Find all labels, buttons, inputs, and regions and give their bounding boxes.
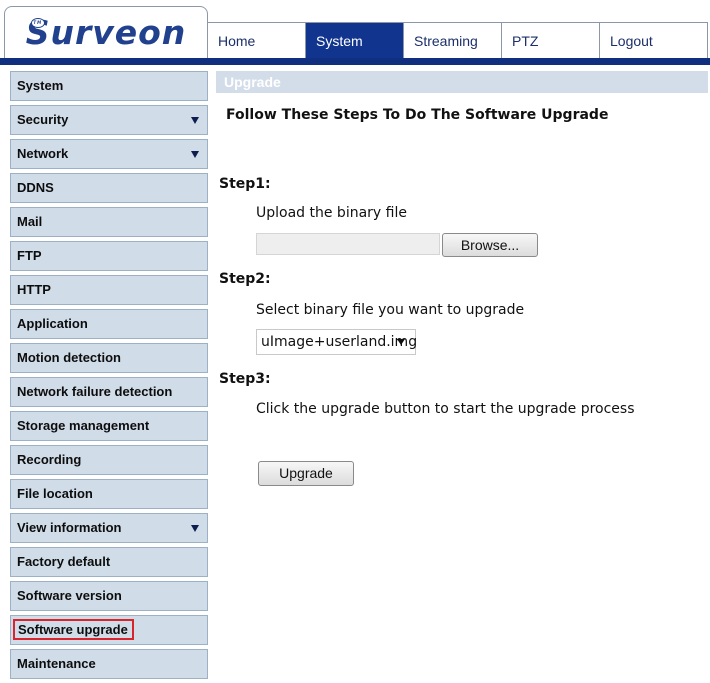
sidebar-item-storage-management[interactable]: Storage management	[10, 411, 208, 441]
sidebar-item-label: Network	[17, 146, 69, 161]
sidebar-item-network-failure-detection[interactable]: Network failure detection	[10, 377, 208, 407]
logo: TM Surveon	[4, 6, 208, 58]
sidebar-item-label: FTP	[17, 248, 42, 263]
caret-down-icon	[191, 151, 199, 158]
sidebar-item-software-version[interactable]: Software version	[10, 581, 208, 611]
logo-wordmark: TM Surveon	[26, 13, 187, 52]
header-divider	[0, 58, 710, 65]
dropdown-arrow-icon	[397, 339, 405, 345]
sidebar-item-ftp[interactable]: FTP	[10, 241, 208, 271]
top-nav: Home System Streaming PTZ Logout	[208, 22, 708, 59]
binary-file-select[interactable]: uImage+userland.img	[256, 329, 418, 355]
tab-system[interactable]: System	[306, 23, 404, 59]
step3-label: Step3:	[219, 371, 271, 387]
tab-logout[interactable]: Logout	[600, 23, 708, 59]
binary-file-select-value: uImage+userland.img	[261, 334, 418, 350]
caret-down-icon	[191, 525, 199, 532]
page-heading: Follow These Steps To Do The Software Up…	[226, 107, 609, 123]
sidebar-item-label: HTTP	[17, 282, 51, 297]
sidebar-item-factory-default[interactable]: Factory default	[10, 547, 208, 577]
section-title: Upgrade	[216, 71, 708, 93]
tab-home[interactable]: Home	[208, 23, 306, 59]
browse-button[interactable]: Browse...	[442, 233, 538, 257]
binary-file-input[interactable]	[256, 233, 440, 255]
sidebar-item-label: Software upgrade	[13, 619, 134, 640]
sidebar-item-network[interactable]: Network	[10, 139, 208, 169]
sidebar-item-label: View information	[17, 520, 122, 535]
sidebar-item-label: Software version	[17, 588, 122, 603]
main-content: Upgrade Follow These Steps To Do The Sof…	[216, 71, 708, 486]
sidebar-item-mail[interactable]: Mail	[10, 207, 208, 237]
logo-badge-icon: TM	[30, 18, 45, 28]
step3-text: Click the upgrade button to start the up…	[256, 401, 635, 417]
sidebar-item-label: System	[17, 78, 64, 93]
tab-streaming[interactable]: Streaming	[404, 23, 502, 59]
sidebar-item-label: File location	[17, 486, 93, 501]
sidebar-item-file-location[interactable]: File location	[10, 479, 208, 509]
sidebar-item-label: Motion detection	[17, 350, 121, 365]
tab-ptz[interactable]: PTZ	[502, 23, 600, 59]
upgrade-button[interactable]: Upgrade	[258, 461, 354, 486]
sidebar-item-security[interactable]: Security	[10, 105, 208, 135]
sidebar-item-view-information[interactable]: View information	[10, 513, 208, 543]
sidebar-item-label: Recording	[17, 452, 82, 467]
sidebar-item-label: Security	[17, 112, 69, 127]
step2-text: Select binary file you want to upgrade	[256, 302, 525, 318]
sidebar-item-label: Network failure detection	[17, 384, 173, 399]
sidebar-item-label: Maintenance	[17, 656, 96, 671]
sidebar-item-label: DDNS	[17, 180, 54, 195]
sidebar-item-application[interactable]: Application	[10, 309, 208, 339]
sidebar-item-label: Factory default	[17, 554, 111, 569]
logo-text: Surveon	[25, 13, 187, 52]
sidebar-item-ddns[interactable]: DDNS	[10, 173, 208, 203]
caret-down-icon	[191, 117, 199, 124]
step1-label: Step1:	[219, 176, 271, 192]
sidebar-item-label: Application	[17, 316, 88, 331]
sidebar: System Security Network DDNS Mail FTP HT…	[10, 71, 208, 683]
step2-label: Step2:	[219, 271, 271, 287]
step1-text: Upload the binary file	[256, 205, 407, 221]
sidebar-item-http[interactable]: HTTP	[10, 275, 208, 305]
sidebar-item-software-upgrade[interactable]: Software upgrade	[10, 615, 208, 645]
sidebar-item-recording[interactable]: Recording	[10, 445, 208, 475]
sidebar-item-motion-detection[interactable]: Motion detection	[10, 343, 208, 373]
sidebar-item-label: Mail	[17, 214, 43, 229]
sidebar-item-maintenance[interactable]: Maintenance	[10, 649, 208, 679]
sidebar-item-system[interactable]: System	[10, 71, 208, 101]
sidebar-item-label: Storage management	[17, 418, 150, 433]
